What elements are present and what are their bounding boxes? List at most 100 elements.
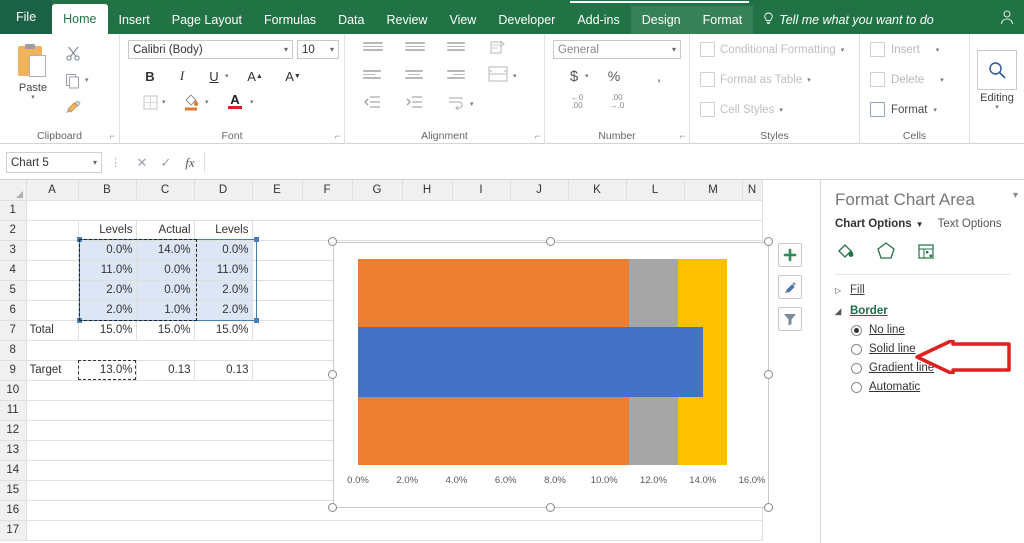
enter-check-icon[interactable]: ✓ xyxy=(154,155,178,171)
fill-color-icon[interactable] xyxy=(180,90,202,112)
select-all-corner[interactable] xyxy=(0,180,27,201)
cell-A3[interactable] xyxy=(26,240,79,261)
column-header-m[interactable]: M xyxy=(684,180,743,201)
row-header-13[interactable]: 13 xyxy=(0,440,27,461)
selection-handle-tl[interactable] xyxy=(77,237,82,242)
cell-A4[interactable] xyxy=(26,260,79,281)
tab-chart-options[interactable]: Chart Options ▼ xyxy=(835,218,924,230)
cell-B4[interactable]: 11.0% xyxy=(78,260,137,281)
column-header-k[interactable]: K xyxy=(568,180,627,201)
chevron-down-icon[interactable]: ▾ xyxy=(933,106,937,114)
cell-A7[interactable]: Total xyxy=(26,320,79,341)
cell-D6[interactable]: 2.0% xyxy=(194,300,253,321)
cell-B3[interactable]: 0.0% xyxy=(78,240,137,261)
tab-review[interactable]: Review xyxy=(375,6,438,34)
cell-A6[interactable] xyxy=(26,300,79,321)
cell-D9[interactable]: 0.13 xyxy=(194,360,253,381)
decrease-indent-icon[interactable] xyxy=(363,94,381,110)
cell-C4[interactable]: 0.0% xyxy=(136,260,195,281)
row-header-10[interactable]: 10 xyxy=(0,380,27,401)
bold-button[interactable]: B xyxy=(140,66,160,86)
align-top-icon[interactable] xyxy=(363,40,383,53)
clipboard-dialog-launcher[interactable]: ⌐ xyxy=(110,131,115,141)
border-option-automatic[interactable]: Automatic xyxy=(851,381,1010,393)
align-middle-icon[interactable] xyxy=(405,40,425,53)
wrap-text-caret-icon[interactable]: ▾ xyxy=(470,100,474,108)
italic-button[interactable]: I xyxy=(172,66,192,86)
chevron-down-icon[interactable]: ▾ xyxy=(940,76,944,84)
cell-C5[interactable]: 0.0% xyxy=(136,280,195,301)
cell-B9[interactable]: 13.0% xyxy=(78,360,137,381)
name-box[interactable]: Chart 5 ▾ xyxy=(6,152,102,173)
copy-dropdown-caret-icon[interactable]: ▾ xyxy=(85,76,89,84)
chevron-down-icon[interactable]: ▾ xyxy=(807,76,811,84)
row-header-3[interactable]: 3 xyxy=(0,240,27,261)
size-properties-icon[interactable] xyxy=(915,240,937,265)
fill-color-dropdown-caret-icon[interactable]: ▾ xyxy=(205,98,209,106)
comma-style-button[interactable]: , xyxy=(650,66,668,86)
radio-solid-line[interactable] xyxy=(851,343,862,355)
tab-format[interactable]: Format xyxy=(691,6,754,34)
selection-handle-tr[interactable] xyxy=(254,237,259,242)
fill-line-icon[interactable] xyxy=(835,240,857,265)
cell-B7[interactable]: 15.0% xyxy=(78,320,137,341)
accounting-format-button[interactable]: $ xyxy=(565,66,583,86)
decrease-decimal-button[interactable]: .00 →.0 xyxy=(605,92,629,112)
tab-text-options[interactable]: Text Options xyxy=(938,218,1002,230)
radio-automatic[interactable] xyxy=(851,381,862,393)
cell-B2[interactable]: Levels xyxy=(78,220,137,241)
column-header-a[interactable]: A xyxy=(26,180,79,201)
cell-A9[interactable]: Target xyxy=(26,360,79,381)
column-header-g[interactable]: G xyxy=(352,180,403,201)
cell-D5[interactable]: 2.0% xyxy=(194,280,253,301)
column-header-d[interactable]: D xyxy=(194,180,253,201)
alignment-dialog-launcher[interactable]: ⌐ xyxy=(535,131,540,141)
borders-dropdown-caret-icon[interactable]: ▾ xyxy=(162,98,166,106)
row-header-12[interactable]: 12 xyxy=(0,420,27,441)
chevron-down-icon[interactable]: ▾ xyxy=(284,45,288,54)
cell-A5[interactable] xyxy=(26,280,79,301)
cell-C3[interactable]: 14.0% xyxy=(136,240,195,261)
chevron-down-icon[interactable]: ▼ xyxy=(916,220,924,229)
row-header-4[interactable]: 4 xyxy=(0,260,27,281)
row-header-8[interactable]: 8 xyxy=(0,340,27,361)
cell-B5[interactable]: 2.0% xyxy=(78,280,137,301)
tab-home[interactable]: Home xyxy=(52,4,108,34)
chevron-down-icon[interactable]: ▾ xyxy=(779,106,783,114)
cell-styles-button[interactable]: Cell Styles ▾ xyxy=(700,102,783,117)
chart-area[interactable]: 0.0% 2.0% 4.0% 6.0% 8.0% 10.0% 12.0% 14.… xyxy=(333,242,769,508)
font-dialog-launcher[interactable]: ⌐ xyxy=(335,131,340,141)
row-header-17[interactable]: 17 xyxy=(0,520,27,541)
chevron-down-icon[interactable]: ▾ xyxy=(93,158,97,167)
format-as-table-button[interactable]: Format as Table ▾ xyxy=(700,72,811,87)
percent-style-button[interactable]: % xyxy=(605,66,623,86)
column-header-j[interactable]: J xyxy=(510,180,569,201)
chevron-down-icon[interactable]: ▾ xyxy=(330,45,334,54)
font-color-dropdown-caret-icon[interactable]: ▾ xyxy=(250,98,254,106)
column-header-n[interactable]: N xyxy=(742,180,763,201)
border-option-no-line[interactable]: No line xyxy=(851,324,1010,336)
tab-data[interactable]: Data xyxy=(327,6,375,34)
cell-C6[interactable]: 1.0% xyxy=(136,300,195,321)
chart-handle-mr[interactable] xyxy=(764,370,773,379)
align-bottom-icon[interactable] xyxy=(447,40,465,53)
delete-cells-button[interactable]: Delete ▾ xyxy=(870,72,944,87)
tab-page-layout[interactable]: Page Layout xyxy=(161,6,253,34)
tab-developer[interactable]: Developer xyxy=(487,6,566,34)
actual-value-bar[interactable] xyxy=(358,326,703,397)
row-header-5[interactable]: 5 xyxy=(0,280,27,301)
column-header-h[interactable]: H xyxy=(402,180,453,201)
paste-button[interactable]: Paste ▾ xyxy=(10,40,56,120)
tab-formulas[interactable]: Formulas xyxy=(253,6,327,34)
chart-styles-brush-icon[interactable] xyxy=(778,275,802,299)
row-17-cells[interactable] xyxy=(26,520,763,541)
effects-pentagon-icon[interactable] xyxy=(875,240,897,265)
font-family-combo[interactable]: Calibri (Body) ▾ xyxy=(128,40,293,59)
chevron-down-icon[interactable]: ▾ xyxy=(975,104,1019,111)
format-painter-icon[interactable] xyxy=(62,96,84,118)
column-header-e[interactable]: E xyxy=(252,180,303,201)
row-header-7[interactable]: 7 xyxy=(0,320,27,341)
underline-dropdown-caret-icon[interactable]: ▾ xyxy=(225,72,229,80)
chevron-down-icon[interactable]: ▾ xyxy=(10,94,56,101)
borders-icon[interactable] xyxy=(140,92,160,112)
